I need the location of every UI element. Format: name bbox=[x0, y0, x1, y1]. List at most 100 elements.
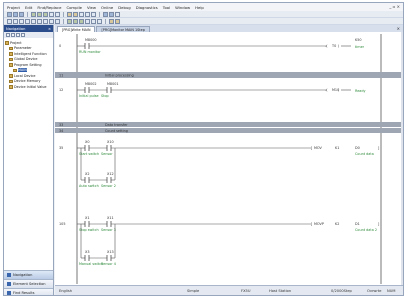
contact-device: X13 bbox=[107, 250, 114, 254]
menu-bar: Project Edit Find/Replace Compile View Online… bbox=[4, 3, 403, 11]
toolbar-separator bbox=[27, 11, 28, 17]
zoom-icon[interactable] bbox=[115, 11, 120, 17]
instruction-icon[interactable] bbox=[37, 18, 42, 24]
vertical-scrollbar[interactable] bbox=[401, 32, 403, 287]
compile-icon[interactable] bbox=[79, 11, 84, 17]
write-to-plc-icon[interactable] bbox=[85, 11, 90, 17]
app-window: Project Edit Find/Replace Compile View Online… bbox=[3, 2, 404, 296]
filter-icon[interactable] bbox=[16, 33, 20, 37]
closed-branch-icon[interactable] bbox=[25, 18, 30, 24]
expand-icon[interactable] bbox=[6, 33, 10, 37]
folder-icon bbox=[9, 79, 13, 83]
menu-item[interactable]: Window bbox=[175, 5, 190, 10]
menu-item[interactable]: Diagnostics bbox=[136, 5, 158, 10]
navigation-pane: Navigation × Project Parameter Intelligent… bbox=[4, 25, 54, 295]
stop-monitor-icon[interactable] bbox=[109, 11, 114, 17]
side-panel-button[interactable]: Find Results bbox=[4, 288, 53, 295]
note-icon[interactable] bbox=[97, 18, 102, 24]
editor-tabs: [PRG]Write MAIN [PRG]Monitor MAIN 1Step bbox=[55, 25, 403, 32]
side-panel-button-label: Navigation bbox=[13, 273, 33, 277]
window-controls[interactable]: _ ▫ × bbox=[389, 4, 400, 9]
coil-comment: timer bbox=[355, 45, 365, 49]
undo-icon[interactable] bbox=[49, 11, 54, 17]
contact-comment: Initial pulse bbox=[79, 94, 99, 98]
step-number: 12 bbox=[59, 88, 63, 92]
tree-item-label: Parameter bbox=[14, 46, 32, 51]
tree-item[interactable]: Device Initial Value bbox=[5, 84, 52, 90]
instruction-operand: K1 bbox=[335, 146, 339, 150]
folder-icon bbox=[9, 52, 13, 56]
save-icon[interactable] bbox=[19, 11, 24, 17]
menu-item[interactable]: Debug bbox=[118, 5, 131, 10]
comment-text: Count setting bbox=[105, 129, 128, 133]
menu-item[interactable]: Find/Replace bbox=[37, 5, 61, 10]
instruction-bracket: [ bbox=[311, 222, 312, 226]
tab-close-icon[interactable]: × bbox=[397, 26, 400, 31]
falling-pulse-icon[interactable] bbox=[73, 18, 78, 24]
open-branch-icon[interactable] bbox=[13, 18, 18, 24]
contact-comment: Sensor bbox=[101, 152, 113, 156]
step-number: 105 bbox=[59, 222, 65, 226]
replace-icon[interactable] bbox=[73, 11, 78, 17]
menu-item[interactable]: Help bbox=[195, 5, 204, 10]
rising-pulse-icon[interactable] bbox=[67, 18, 72, 24]
comment-icon[interactable] bbox=[85, 18, 90, 24]
properties-icon[interactable] bbox=[21, 33, 25, 37]
operand-comment: Count data 2 bbox=[355, 228, 377, 232]
find-icon[interactable] bbox=[67, 11, 72, 17]
folder-icon bbox=[9, 57, 13, 61]
contact-comment: Stop switch bbox=[79, 228, 99, 232]
menu-item[interactable]: View bbox=[87, 5, 96, 10]
new-project-icon[interactable] bbox=[7, 11, 12, 17]
invert-icon[interactable] bbox=[79, 18, 84, 24]
menu-item[interactable]: Online bbox=[101, 5, 113, 10]
tree-item-label: Device Initial Value bbox=[14, 84, 47, 89]
close-icon[interactable]: × bbox=[48, 27, 51, 31]
folder-icon bbox=[9, 74, 13, 78]
vertical-line-icon[interactable] bbox=[49, 18, 54, 24]
contact-comment: Manual switch bbox=[79, 262, 103, 266]
contact-device: X2 bbox=[85, 172, 89, 176]
cut-icon[interactable] bbox=[31, 11, 36, 17]
comment-display-icon[interactable] bbox=[115, 18, 120, 24]
contact-device: M8001 bbox=[107, 82, 119, 86]
toolbar-separator bbox=[63, 11, 64, 17]
coil-comment: Ready bbox=[355, 89, 366, 93]
coil-icon[interactable] bbox=[31, 18, 36, 24]
read-from-plc-icon[interactable] bbox=[91, 11, 96, 17]
contact-comment: Start switch bbox=[79, 152, 99, 156]
folder-icon bbox=[9, 63, 13, 67]
copy-icon[interactable] bbox=[37, 11, 42, 17]
coil-open: -( bbox=[325, 88, 328, 92]
menu-item[interactable]: Project bbox=[7, 5, 20, 10]
step-number: 0 bbox=[59, 44, 61, 48]
contact-device: M8000 bbox=[85, 38, 97, 42]
tree-item-label: Program Setting bbox=[14, 62, 42, 67]
paste-icon[interactable] bbox=[43, 11, 48, 17]
menu-item[interactable]: Edit bbox=[25, 5, 32, 10]
folder-icon bbox=[9, 85, 13, 89]
ladder-editor[interactable]: 0 M8000 RUN monitor -( T0) K50 timer 11 Initial… bbox=[55, 32, 403, 287]
horizontal-line-icon[interactable] bbox=[43, 18, 48, 24]
operand-comment: Count data bbox=[355, 152, 374, 156]
monitor-icon[interactable] bbox=[103, 11, 108, 17]
open-contact-icon[interactable] bbox=[7, 18, 12, 24]
collapse-icon[interactable] bbox=[11, 33, 15, 37]
side-panel-button-label: Element Selection bbox=[13, 282, 46, 286]
side-panel-button[interactable]: Navigation bbox=[4, 270, 53, 279]
closed-contact-icon[interactable] bbox=[19, 18, 24, 24]
menu-item[interactable]: Compile bbox=[66, 5, 82, 10]
open-project-icon[interactable] bbox=[13, 11, 18, 17]
comment-text: Initial processing bbox=[105, 74, 134, 78]
coil-open: -( bbox=[325, 44, 328, 48]
side-panel-button[interactable]: Element Selection bbox=[4, 279, 53, 288]
menu-item[interactable]: Tool bbox=[163, 5, 170, 10]
toolbar-separator bbox=[105, 18, 106, 24]
statement-icon[interactable] bbox=[91, 18, 96, 24]
status-language: English bbox=[59, 289, 72, 293]
contact-device: X11 bbox=[107, 216, 114, 220]
delete-line-icon[interactable] bbox=[55, 18, 60, 24]
ladder-diagram[interactable]: 0 M8000 RUN monitor -( T0) K50 timer 11 Initial… bbox=[55, 32, 403, 287]
device-display-icon[interactable] bbox=[109, 18, 114, 24]
redo-icon[interactable] bbox=[55, 11, 60, 17]
